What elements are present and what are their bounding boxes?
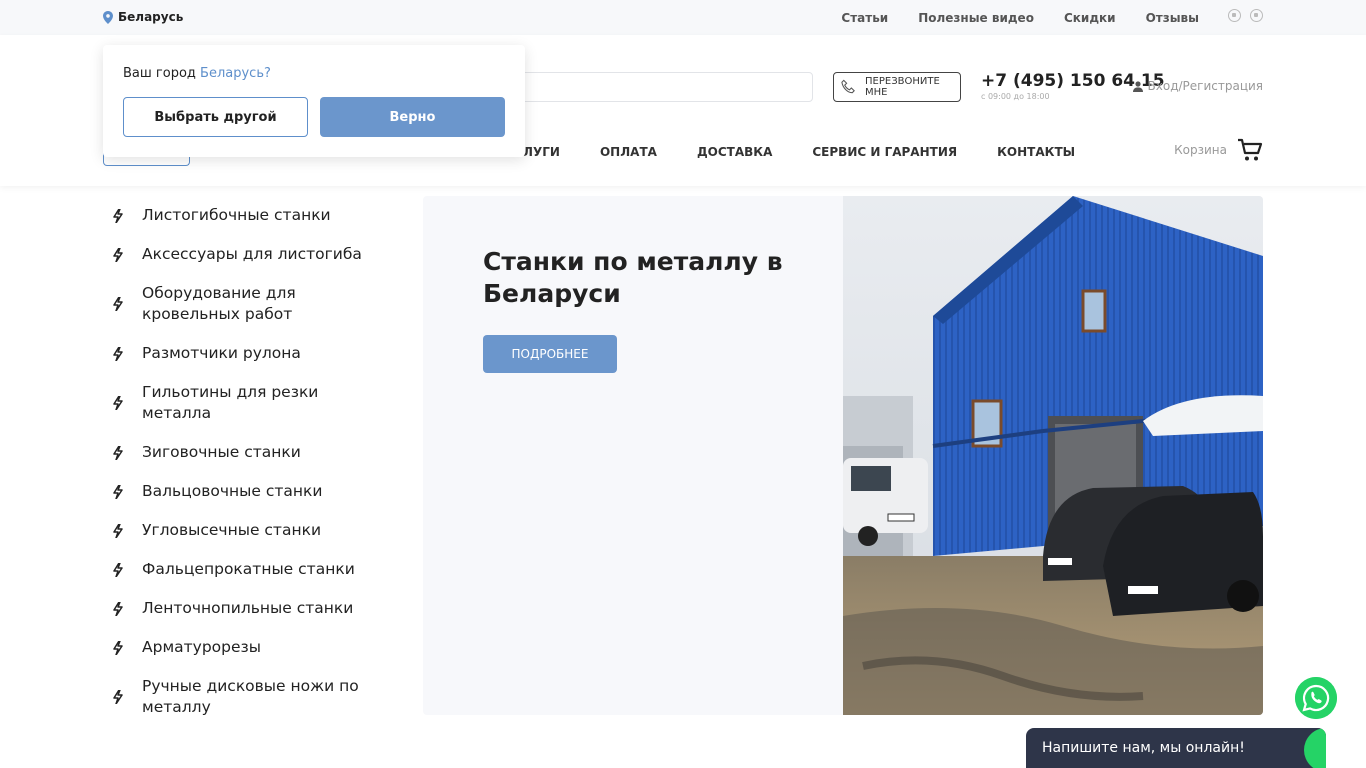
lightning-icon — [113, 562, 123, 577]
lightning-icon — [113, 445, 123, 460]
lightning-icon — [113, 523, 123, 538]
catalog-item[interactable]: Листогибочные станки — [103, 196, 383, 235]
whatsapp-button[interactable] — [1295, 677, 1337, 719]
nav-payment[interactable]: ОПЛАТА — [600, 145, 657, 159]
social-links — [1228, 9, 1263, 22]
catalog-item-label: Арматурорезы — [142, 638, 262, 656]
callback-label: ПЕРЕЗВОНИТЕ МНЕ — [865, 76, 940, 98]
lightning-icon — [113, 690, 123, 704]
phone-hours: с 09:00 до 18:00 — [981, 92, 1050, 101]
catalog-item-label: Ручные дисковые ножи по металлу — [142, 677, 359, 716]
catalog-item-label: Листогибочные станки — [142, 206, 331, 224]
catalog-item-label: Зиговочные станки — [142, 443, 301, 461]
catalog-item-label: Оборудование для кровельных работ — [142, 284, 296, 323]
whatsapp-icon — [1295, 677, 1337, 719]
catalog-item[interactable]: Ручные дисковые ножи по металлу — [103, 667, 383, 727]
user-icon — [1132, 80, 1143, 92]
login-label: Вход/Регистрация — [1147, 79, 1263, 93]
catalog-item-label: Размотчики рулона — [142, 344, 301, 362]
nav-contacts[interactable]: КОНТАКТЫ — [997, 145, 1075, 159]
catalog-item-label: Аксессуары для листогиба — [142, 245, 362, 263]
lightning-icon — [113, 346, 123, 361]
catalog-item[interactable]: Фальцепрокатные станки — [103, 550, 383, 589]
city-name: Беларусь? — [200, 66, 271, 81]
catalog-item[interactable]: Оборудование для кровельных работ — [103, 274, 383, 334]
banner-photo — [843, 196, 1263, 715]
catalog-item[interactable]: Вальцовочные станки — [103, 472, 383, 511]
cart-link[interactable]: Корзина — [1174, 138, 1263, 162]
location-selector[interactable]: Беларусь — [103, 10, 183, 24]
main-nav: УСЛУГИ ОПЛАТА ДОСТАВКА СЕРВИС И ГАРАНТИЯ… — [505, 145, 1075, 159]
cart-label: Корзина — [1174, 143, 1227, 157]
city-confirm-popup: Ваш город Беларусь? Выбрать другой Верно — [103, 45, 525, 157]
telegram-icon[interactable] — [1228, 9, 1241, 22]
lightning-icon — [113, 601, 123, 616]
catalog-item[interactable]: Ленточнопильные станки — [103, 589, 383, 628]
catalog-item-label: Фальцепрокатные станки — [142, 560, 355, 578]
location-label: Беларусь — [118, 10, 184, 24]
lightning-icon — [113, 484, 123, 499]
whatsapp-small-icon[interactable] — [1250, 9, 1263, 22]
catalog-item[interactable]: Размотчики рулона — [103, 334, 383, 373]
city-question: Ваш город Беларусь? — [123, 66, 271, 81]
lightning-icon — [113, 208, 123, 223]
nav-delivery[interactable]: ДОСТАВКА — [697, 145, 772, 159]
chat-whatsapp-badge — [1304, 728, 1326, 768]
catalog-sidebar: Листогибочные станки Аксессуары для лист… — [103, 196, 383, 727]
login-link[interactable]: Вход/Регистрация — [1132, 79, 1263, 93]
chat-text: Напишите нам, мы онлайн! — [1042, 740, 1245, 756]
banner-title: Станки по металлу в Беларуси — [483, 247, 783, 308]
top-link-articles[interactable]: Статьи — [841, 11, 888, 25]
confirm-city-button[interactable]: Верно — [320, 97, 505, 137]
top-bar: Беларусь Статьи Полезные видео Скидки От… — [0, 0, 1366, 35]
hero-banner: Станки по металлу в Беларуси ПОДРОБНЕЕ — [423, 196, 1263, 715]
lightning-icon — [113, 297, 123, 311]
map-pin-icon — [103, 10, 113, 24]
lightning-icon — [113, 396, 123, 410]
choose-other-city-button[interactable]: Выбрать другой — [123, 97, 308, 137]
catalog-item[interactable]: Угловысечные станки — [103, 511, 383, 550]
nav-service-warranty[interactable]: СЕРВИС И ГАРАНТИЯ — [812, 145, 957, 159]
lightning-icon — [113, 247, 123, 262]
banner-more-button[interactable]: ПОДРОБНЕЕ — [483, 335, 617, 373]
catalog-item[interactable]: Арматурорезы — [103, 628, 383, 667]
catalog-item[interactable]: Аксессуары для листогиба — [103, 235, 383, 274]
catalog-item-label: Вальцовочные станки — [142, 482, 323, 500]
top-link-discounts[interactable]: Скидки — [1064, 11, 1116, 25]
city-question-text: Ваш город — [123, 66, 196, 81]
top-link-videos[interactable]: Полезные видео — [918, 11, 1034, 25]
catalog-item[interactable]: Зиговочные станки — [103, 433, 383, 472]
callback-button[interactable]: ПЕРЕЗВОНИТЕ МНЕ — [833, 72, 961, 102]
online-chat-widget[interactable]: Напишите нам, мы онлайн! — [1026, 728, 1326, 768]
lightning-icon — [113, 640, 123, 655]
catalog-item-label: Ленточнопильные станки — [142, 599, 354, 617]
catalog-item-label: Гильотины для резки металла — [142, 383, 319, 422]
top-nav: Статьи Полезные видео Скидки Отзывы — [841, 11, 1199, 25]
catalog-item-label: Угловысечные станки — [142, 521, 322, 539]
top-link-reviews[interactable]: Отзывы — [1146, 11, 1199, 25]
cart-icon — [1238, 138, 1263, 161]
catalog-item[interactable]: Гильотины для резки металла — [103, 373, 383, 433]
phone-icon — [841, 79, 855, 94]
